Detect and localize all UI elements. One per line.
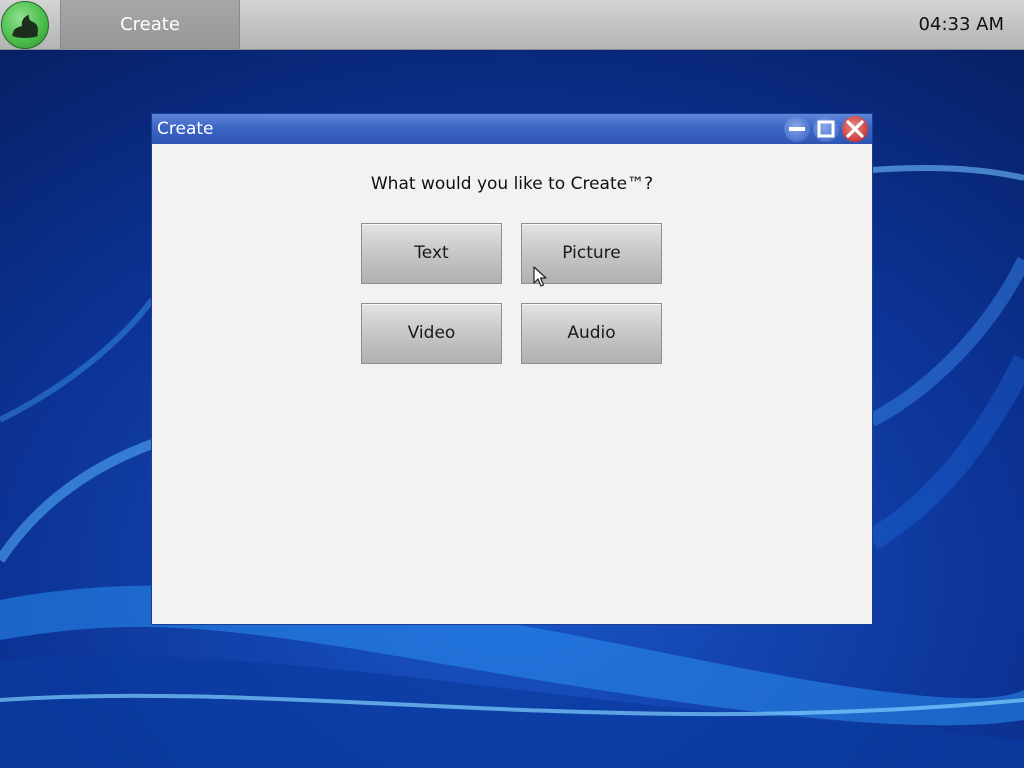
mouse-pointer-icon xyxy=(533,266,547,287)
app-launcher-button[interactable] xyxy=(1,1,49,49)
create-audio-button[interactable]: Audio xyxy=(521,303,662,364)
create-prompt: What would you like to Create™? xyxy=(370,174,654,194)
minimize-button[interactable] xyxy=(784,116,810,142)
desktop: Create 04:33 AM Create What would you li… xyxy=(0,0,1024,768)
close-button[interactable] xyxy=(842,116,868,142)
taskbar: Create 04:33 AM xyxy=(0,0,1024,50)
taskbar-item-create[interactable]: Create xyxy=(60,0,240,50)
app-launcher-icon xyxy=(12,15,38,38)
clock: 04:33 AM xyxy=(918,14,1004,35)
window-titlebar[interactable]: Create xyxy=(152,114,872,144)
maximize-button[interactable] xyxy=(813,116,839,142)
minimize-icon xyxy=(789,127,805,131)
maximize-icon xyxy=(817,120,835,138)
window-title: Create xyxy=(157,119,214,139)
create-text-button[interactable]: Text xyxy=(361,223,502,284)
create-video-button[interactable]: Video xyxy=(361,303,502,364)
close-icon xyxy=(846,120,864,138)
create-window: Create What would you like to Create™? T… xyxy=(152,114,872,624)
